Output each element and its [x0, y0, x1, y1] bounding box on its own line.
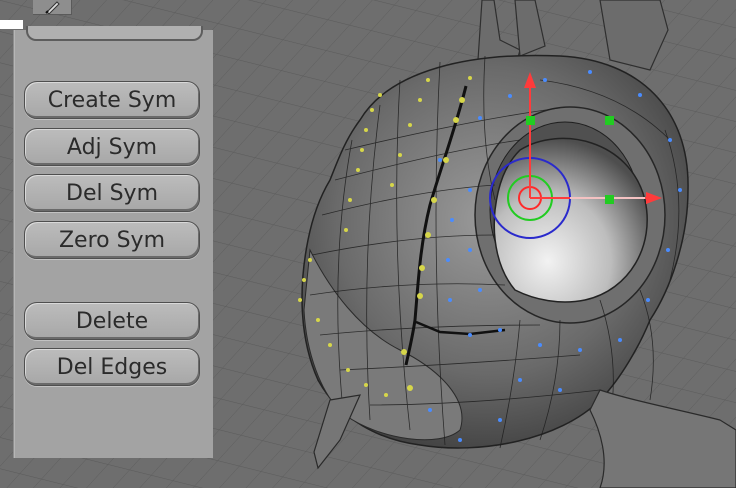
del-sym-button[interactable]: Del Sym	[24, 174, 200, 212]
del-edges-button[interactable]: Del Edges	[24, 348, 200, 386]
create-sym-label: Create Sym	[47, 87, 177, 113]
delete-label: Delete	[75, 308, 149, 334]
handle-x[interactable]	[605, 195, 614, 204]
handle-xy[interactable]	[605, 116, 614, 125]
zero-sym-button[interactable]: Zero Sym	[24, 221, 200, 259]
eyeball[interactable]	[493, 137, 648, 303]
adj-sym-button[interactable]: Adj Sym	[24, 128, 200, 166]
adj-sym-label: Adj Sym	[66, 134, 158, 160]
del-edges-label: Del Edges	[56, 354, 168, 380]
partial-button-top[interactable]	[26, 26, 203, 41]
top-strip-chip	[0, 20, 23, 29]
pen-tool-button[interactable]	[33, 0, 72, 15]
delete-button[interactable]: Delete	[24, 302, 200, 340]
handle-y[interactable]	[526, 116, 535, 125]
zero-sym-label: Zero Sym	[58, 227, 166, 253]
del-sym-label: Del Sym	[66, 180, 158, 206]
pen-icon	[45, 1, 60, 14]
create-sym-button[interactable]: Create Sym	[24, 81, 200, 119]
